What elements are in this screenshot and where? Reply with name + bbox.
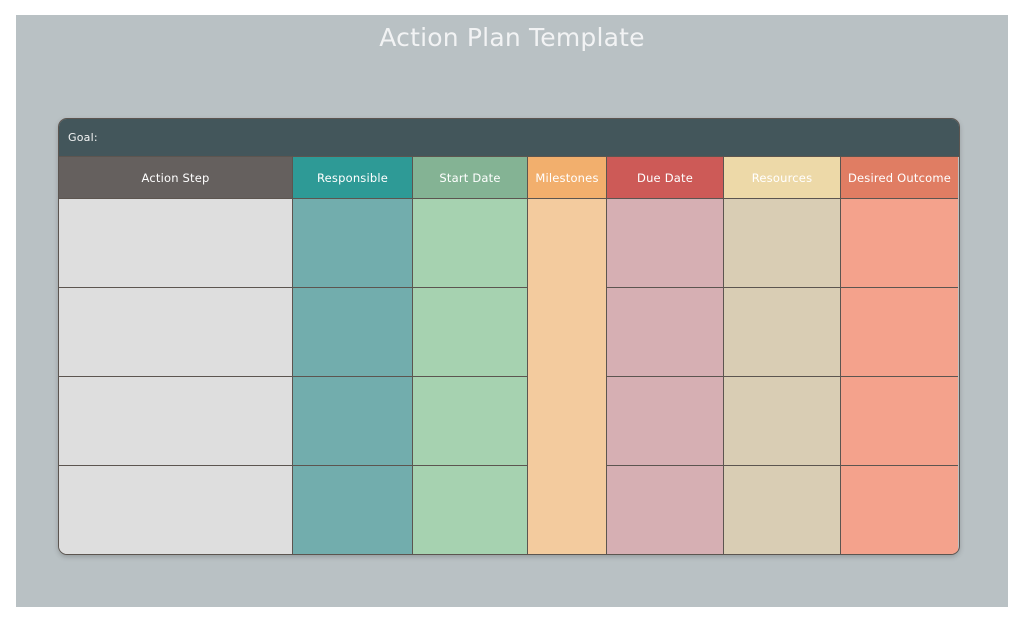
table-cell[interactable]: [607, 288, 723, 377]
table-cell[interactable]: [724, 199, 840, 288]
table-cell[interactable]: [413, 466, 527, 554]
column-header[interactable]: Start Date: [413, 157, 527, 199]
page-title: Action Plan Template: [379, 23, 645, 52]
table-cell[interactable]: [724, 377, 840, 466]
column-cells: [841, 199, 958, 554]
table-column-4: Due Date: [607, 157, 724, 554]
table-cell[interactable]: [607, 377, 723, 466]
column-header[interactable]: Desired Outcome: [841, 157, 958, 199]
table-cell[interactable]: [607, 199, 723, 288]
column-cells: [724, 199, 840, 554]
column-cells: [607, 199, 723, 554]
column-cells: [528, 199, 606, 554]
goal-bar[interactable]: Goal:: [59, 119, 959, 156]
table-cell[interactable]: [724, 288, 840, 377]
table-column-2: Start Date: [413, 157, 528, 554]
table-cell[interactable]: [293, 199, 412, 288]
table-cell[interactable]: [59, 377, 292, 466]
action-plan-table: Goal: Action Step Responsible Start Date Mi…: [58, 118, 960, 555]
column-cells: [413, 199, 527, 554]
table-cell[interactable]: [841, 377, 958, 466]
table-cell[interactable]: [59, 199, 292, 288]
table-cell[interactable]: [59, 466, 292, 554]
table-cell-merged[interactable]: [528, 199, 606, 554]
table-cell[interactable]: [293, 288, 412, 377]
column-header[interactable]: Responsible: [293, 157, 412, 199]
column-header[interactable]: Milestones: [528, 157, 606, 199]
table-cell[interactable]: [841, 199, 958, 288]
table-cell[interactable]: [841, 288, 958, 377]
column-header[interactable]: Resources: [724, 157, 840, 199]
table-column-3: Milestones: [528, 157, 607, 554]
table-column-5: Resources: [724, 157, 841, 554]
table-column-1: Responsible: [293, 157, 413, 554]
table-cell[interactable]: [293, 466, 412, 554]
table-cell[interactable]: [413, 199, 527, 288]
table-cell[interactable]: [293, 377, 412, 466]
table-grid: Action Step Responsible Start Date Mileston…: [59, 156, 959, 554]
table-cell[interactable]: [841, 466, 958, 554]
page-canvas: Action Plan Template Goal: Action Step Re…: [16, 15, 1008, 607]
table-column-0: Action Step: [59, 157, 293, 554]
table-cell[interactable]: [413, 288, 527, 377]
table-column-6: Desired Outcome: [841, 157, 958, 554]
table-cell[interactable]: [59, 288, 292, 377]
table-cell[interactable]: [413, 377, 527, 466]
column-header[interactable]: Action Step: [59, 157, 292, 199]
table-cell[interactable]: [607, 466, 723, 554]
goal-label: Goal:: [68, 131, 98, 144]
column-header[interactable]: Due Date: [607, 157, 723, 199]
table-cell[interactable]: [724, 466, 840, 554]
column-cells: [293, 199, 412, 554]
column-cells: [59, 199, 292, 554]
